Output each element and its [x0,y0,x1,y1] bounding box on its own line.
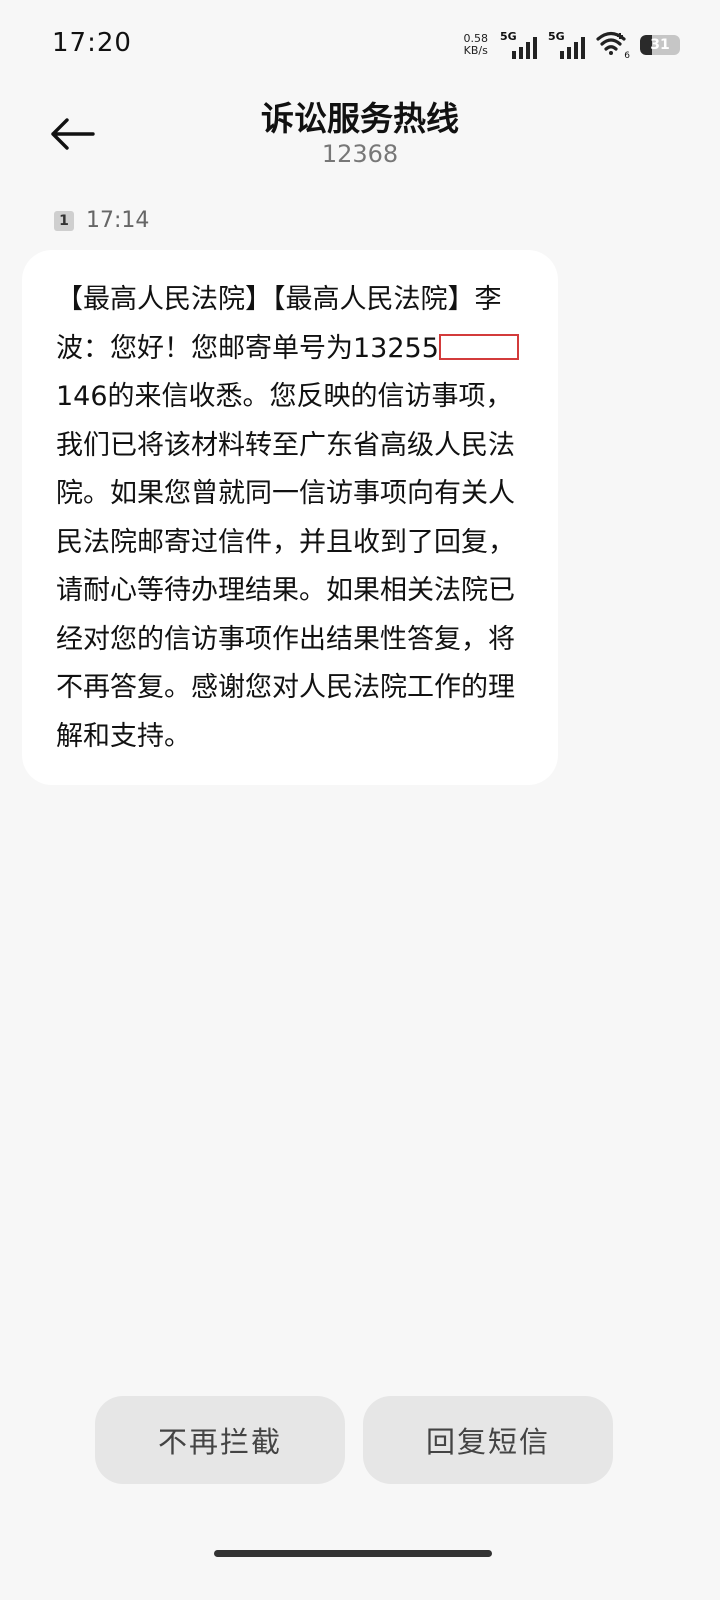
status-icons: 0.58 KB/s 5G 5G 6 31 [464,28,680,62]
reply-sms-button[interactable]: 回复短信 [363,1396,613,1484]
message-text-part1: 【最高人民法院】【最高人民法院】李波：您好！您邮寄单号为13255 [56,284,502,364]
signal-sim1-icon: 5G [500,31,538,59]
network-speed: 0.58 KB/s [464,33,489,57]
wifi-number: 6 [624,51,630,61]
message-text-part2: 146的来信收悉。您反映的信访事项，我们已将该材料转至广东省高级人民法院。如果您… [56,381,515,752]
bottom-actions: 不再拦截 回复短信 [95,1396,613,1484]
wifi-icon: 6 [596,31,630,61]
message-meta: 1 17:14 [54,208,149,233]
redaction-box [438,333,519,360]
sender-number: 12368 [321,140,399,168]
status-time: 17:20 [52,28,132,58]
network-speed-unit: KB/s [463,44,488,57]
page-title: 诉讼服务热线 [261,99,459,138]
unblock-button[interactable]: 不再拦截 [95,1396,345,1484]
message-time: 17:14 [86,208,150,233]
message-bubble[interactable]: 【最高人民法院】【最高人民法院】李波：您好！您邮寄单号为13255 146的来信收… [22,250,558,785]
home-indicator[interactable] [214,1550,492,1557]
sim-slot-badge: 1 [54,210,74,231]
battery-icon: 31 [640,35,680,55]
signal-sim2-icon: 5G [548,31,586,59]
status-bar: 17:20 0.58 KB/s 5G 5G 6 31 [0,0,720,90]
battery-level: 31 [650,37,670,53]
